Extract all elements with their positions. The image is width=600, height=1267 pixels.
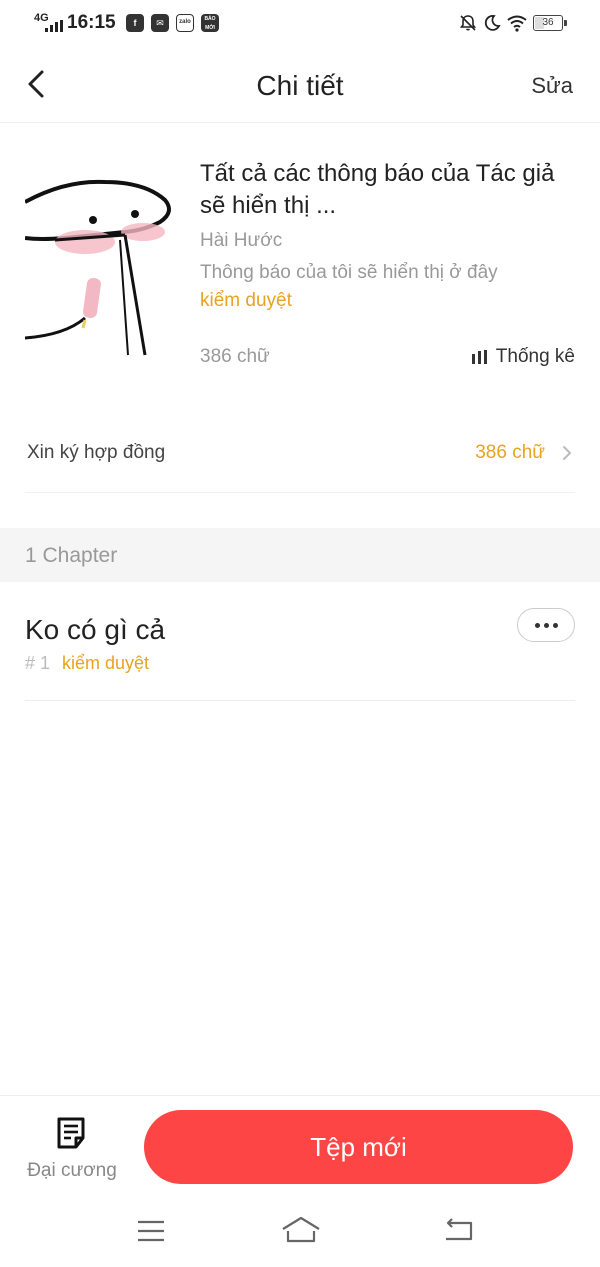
bottom-action-bar: Đại cương Tệp mới: [0, 1095, 600, 1196]
book-word-count: 386 chữ: [200, 346, 270, 367]
contract-row[interactable]: Xin ký hợp đồng 386 chữ: [25, 420, 575, 493]
edit-button[interactable]: Sửa: [531, 73, 573, 99]
chapter-status: kiểm duyệt: [62, 653, 150, 673]
more-dot: [543, 622, 549, 628]
moon-icon: [484, 15, 501, 31]
facebook-icon: f: [126, 14, 144, 32]
book-description: Thông báo của tôi sẽ hiển thị ở đây: [200, 262, 498, 283]
chapter-number: # 1: [25, 653, 51, 673]
contract-value: 386 chữ: [475, 442, 545, 463]
chapter-title: Ko có gì cả: [25, 614, 166, 645]
header: Chi tiết Sửa: [0, 48, 600, 123]
new-file-button[interactable]: Tệp mới: [144, 1110, 573, 1184]
outline-label: Đại cương: [27, 1160, 117, 1181]
mail-icon: ✉: [151, 14, 169, 32]
clock: 16:15: [67, 12, 116, 33]
battery-icon: 36: [533, 15, 563, 31]
chapter-count: 1 Chapter: [25, 544, 118, 567]
wifi-icon: [507, 15, 527, 32]
list-item[interactable]: Ko có gì cả # 1 kiểm duyệt: [25, 600, 575, 701]
back-nav-icon[interactable]: [442, 1217, 474, 1243]
bell-off-icon: [459, 15, 477, 31]
book-cover[interactable]: [25, 160, 185, 360]
menu-icon[interactable]: [136, 1219, 166, 1243]
stats-label: Thống kê: [495, 346, 575, 367]
stats-button[interactable]: Thống kê: [471, 346, 575, 368]
book-status: kiểm duyệt: [200, 290, 292, 311]
cover-illustration: [25, 179, 171, 356]
home-icon[interactable]: [280, 1215, 322, 1245]
more-dot: [552, 622, 558, 628]
status-bar: 4G 16:15 f ✉ zalo BÁO MỚI 36: [0, 0, 600, 48]
signal-icon: [45, 20, 63, 32]
chapter-section-header: 1 Chapter: [0, 528, 600, 582]
page-title: Chi tiết: [256, 70, 344, 101]
contract-label: Xin ký hợp đồng: [27, 442, 166, 463]
bar-chart-icon: [471, 350, 487, 364]
chevron-right-icon: [563, 446, 571, 460]
book-genre: Hài Hước: [200, 230, 283, 251]
more-options-button[interactable]: [517, 608, 575, 642]
zalo-icon: zalo: [176, 14, 194, 32]
outline-document-icon: [57, 1117, 85, 1149]
battery-level: 36: [542, 17, 554, 28]
baomoi-icon: BÁO MỚI: [201, 14, 219, 32]
battery-tip: [564, 20, 567, 26]
system-nav-bar: [0, 1195, 600, 1267]
outline-button[interactable]: Đại cương: [20, 1114, 124, 1186]
more-dot: [534, 622, 540, 628]
book-title[interactable]: Tất cả các thông báo của Tác giả sẽ hiển…: [200, 158, 580, 222]
